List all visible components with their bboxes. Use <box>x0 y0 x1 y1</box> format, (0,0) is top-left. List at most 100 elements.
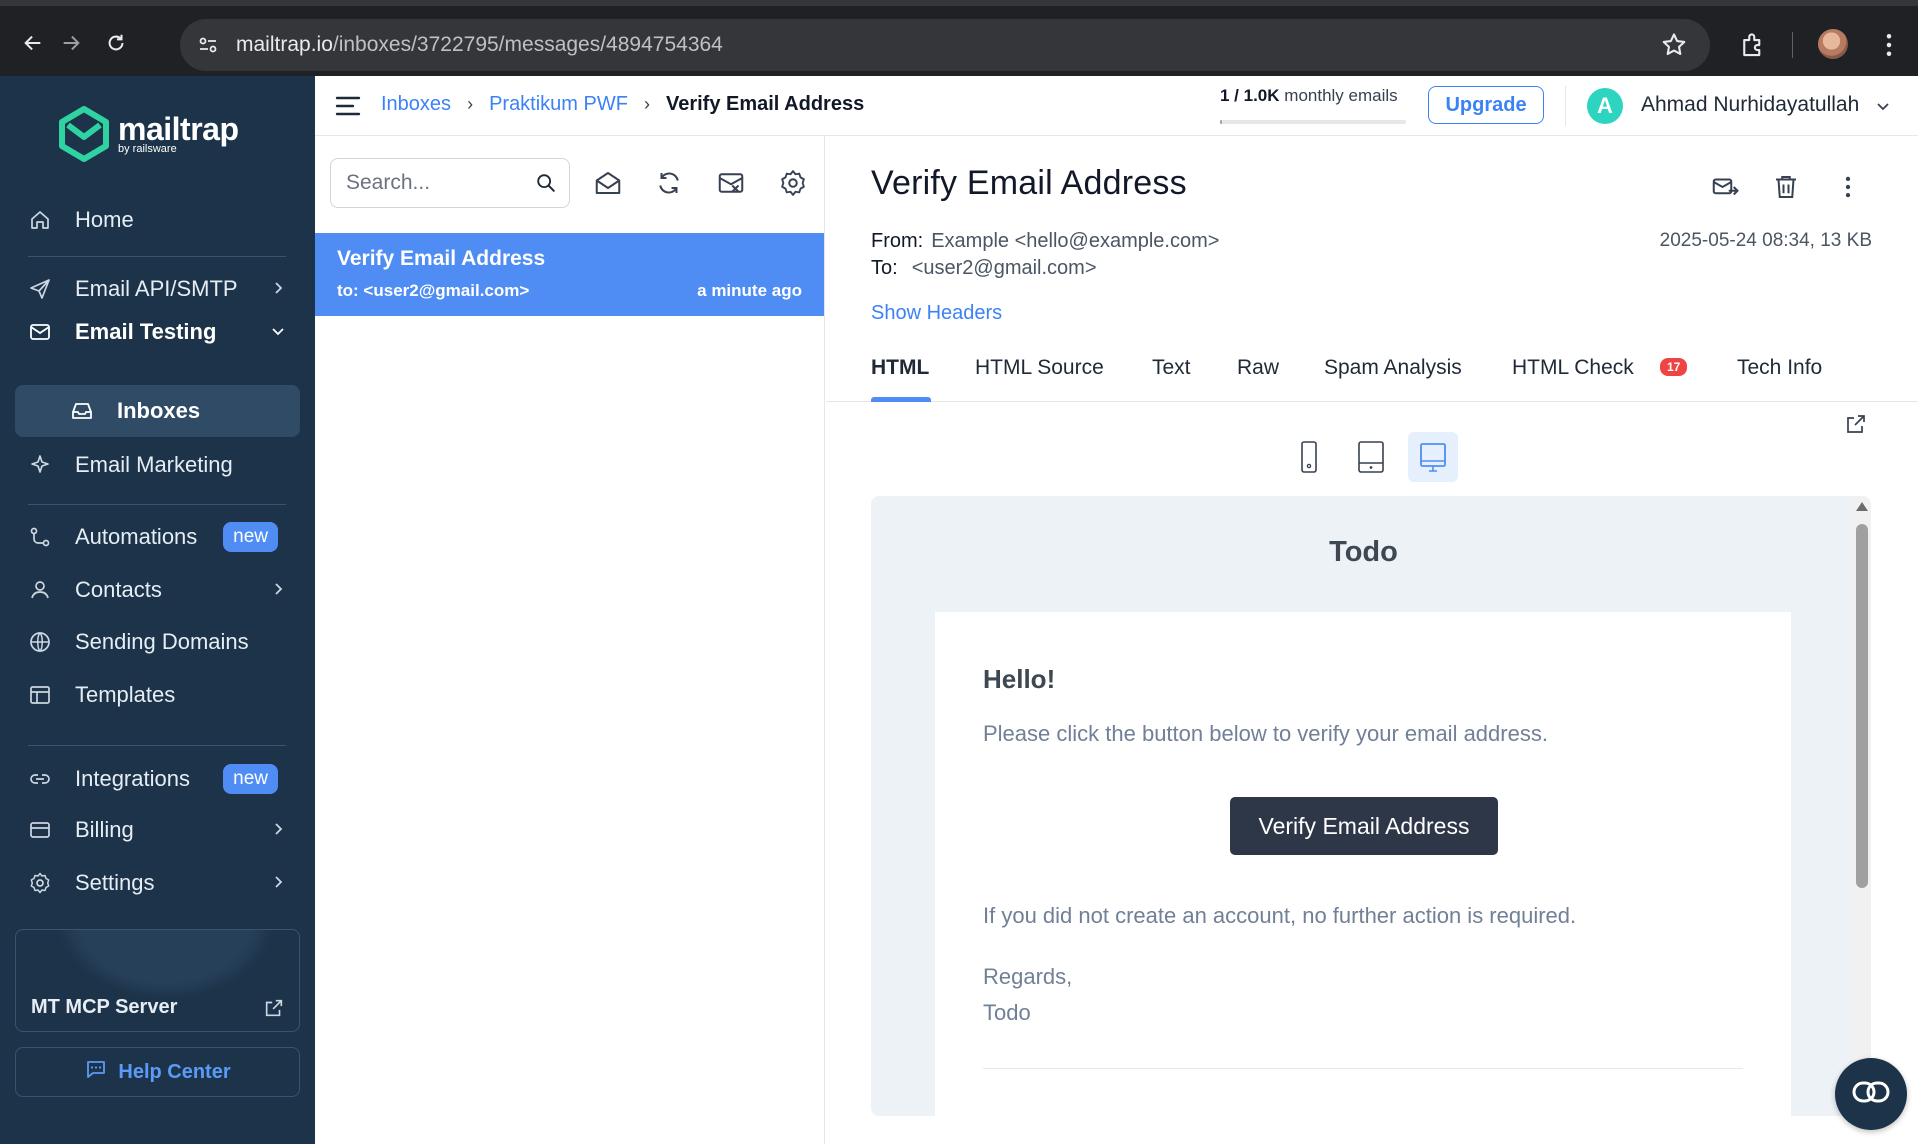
mailtrap-logo[interactable]: mailtrap by railsware <box>58 106 239 162</box>
bookmark-star-icon[interactable] <box>1660 31 1688 59</box>
sparkle-icon <box>27 452 53 478</box>
chevron-right-icon <box>268 278 288 298</box>
more-options-icon[interactable] <box>1833 172 1863 202</box>
mcp-card-decoration <box>56 930 276 1000</box>
user-avatar[interactable]: A <box>1587 88 1623 124</box>
app-header: Inboxes › Praktikum PWF › Verify Email A… <box>315 76 1918 136</box>
contacts-icon <box>27 577 53 603</box>
tab-tech-info[interactable]: Tech Info <box>1737 356 1822 380</box>
sidebar: mailtrap by railsware Home Email API/SMT… <box>0 76 315 1144</box>
sidebar-item-label: Home <box>75 207 134 232</box>
sidebar-item-integrations[interactable]: Integrations new <box>15 754 300 804</box>
sidebar-item-home[interactable]: Home <box>15 195 300 245</box>
email-regards: Regards, <box>983 964 1073 989</box>
message-from: From: Example <hello@example.com> <box>871 230 1219 253</box>
url-path: /inboxes/3722795/messages/4894754364 <box>332 33 723 56</box>
message-time: a minute ago <box>697 281 802 300</box>
mobile-view-icon[interactable] <box>1284 432 1334 482</box>
sidebar-item-billing[interactable]: Billing <box>15 805 300 855</box>
breadcrumb-inboxes[interactable]: Inboxes <box>381 93 451 116</box>
verify-email-button[interactable]: Verify Email Address <box>1230 797 1498 855</box>
sidebar-item-label: Automations <box>75 524 198 549</box>
sidebar-item-label: Email Marketing <box>75 452 233 477</box>
url-host: mailtrap.io <box>236 33 333 56</box>
reload-icon[interactable] <box>101 28 131 58</box>
tab-text[interactable]: Text <box>1152 356 1191 380</box>
site-settings-icon[interactable] <box>196 33 220 57</box>
open-new-window-icon[interactable] <box>1844 412 1868 436</box>
address-bar[interactable]: mailtrap.io/inboxes/3722795/messages/489… <box>180 19 1710 71</box>
chat-widget-button[interactable] <box>1835 1058 1907 1130</box>
email-line-1: Please click the button below to verify … <box>983 721 1548 746</box>
search-input[interactable] <box>331 159 531 207</box>
tab-html[interactable]: HTML <box>871 356 929 380</box>
scrollbar-thumb[interactable] <box>1856 524 1868 888</box>
upgrade-button[interactable]: Upgrade <box>1428 86 1544 124</box>
breadcrumb-inbox[interactable]: Praktikum PWF <box>489 93 628 116</box>
message-subject: Verify Email Address <box>337 247 546 270</box>
settings-gear-icon[interactable] <box>778 168 808 198</box>
email-body-card: Hello! Please click the button below to … <box>935 612 1791 1116</box>
chevron-down-icon <box>268 321 288 341</box>
header-divider <box>1565 86 1566 126</box>
message-recipient: to: <user2@gmail.com> <box>337 281 530 300</box>
sidebar-item-label: Sending Domains <box>75 629 249 654</box>
tab-html-source[interactable]: HTML Source <box>975 356 1104 380</box>
message-list-item[interactable]: Verify Email Address to: <user2@gmail.co… <box>315 233 824 316</box>
forward-email-icon[interactable] <box>1710 172 1740 202</box>
breadcrumb-separator: › <box>643 94 650 114</box>
breadcrumb-separator: › <box>467 94 474 114</box>
clear-inbox-icon[interactable] <box>716 168 746 198</box>
sidebar-item-templates[interactable]: Templates <box>15 670 300 720</box>
back-icon[interactable] <box>18 28 48 58</box>
show-headers-link[interactable]: Show Headers <box>871 302 1002 325</box>
automation-icon <box>27 524 53 550</box>
tab-raw[interactable]: Raw <box>1237 356 1279 380</box>
tab-html-check[interactable]: HTML Check <box>1512 356 1634 380</box>
sidebar-item-inboxes[interactable]: Inboxes <box>15 385 300 437</box>
email-divider <box>983 1068 1743 1069</box>
send-icon <box>27 276 53 302</box>
from-label: From: <box>871 230 924 252</box>
browser-toolbar: mailtrap.io/inboxes/3722795/messages/489… <box>0 0 1918 76</box>
search-box[interactable] <box>330 158 570 208</box>
email-brand[interactable]: Todo <box>871 536 1856 569</box>
sidebar-item-email-marketing[interactable]: Email Marketing <box>15 440 300 490</box>
chevron-down-icon[interactable] <box>1875 98 1891 114</box>
sidebar-item-contacts[interactable]: Contacts <box>15 565 300 615</box>
scroll-up-arrow-icon[interactable] <box>1856 502 1868 511</box>
email-line-2: If you did not create an account, no fur… <box>983 903 1577 928</box>
templates-icon <box>27 682 53 708</box>
browser-menu-icon[interactable] <box>1874 30 1904 60</box>
sidebar-item-label: Inboxes <box>117 398 201 423</box>
mcp-server-card[interactable]: MT MCP Server <box>15 929 300 1032</box>
message-detail-pane: Verify Email Address From: Example <hello… <box>826 136 1918 1144</box>
logo-name: mailtrap <box>118 110 239 147</box>
preview-scrollbar[interactable] <box>1853 496 1871 1116</box>
sidebar-item-settings[interactable]: Settings <box>15 858 300 908</box>
sidebar-item-email-testing[interactable]: Email Testing <box>15 307 300 357</box>
message-title: Verify Email Address <box>871 164 1187 202</box>
sidebar-item-automations[interactable]: Automations new <box>15 512 300 562</box>
tablet-view-icon[interactable] <box>1346 432 1396 482</box>
search-icon[interactable] <box>535 172 557 194</box>
external-link-icon <box>263 997 285 1019</box>
profile-avatar[interactable] <box>1818 29 1848 59</box>
sidebar-item-label: Email API/SMTP <box>75 276 238 301</box>
sidebar-divider <box>28 745 286 746</box>
forward-icon[interactable] <box>56 28 86 58</box>
sidebar-item-sending-domains[interactable]: Sending Domains <box>15 617 300 667</box>
inbox-icon <box>69 398 95 424</box>
menu-toggle-icon[interactable] <box>335 94 361 118</box>
extensions-icon[interactable] <box>1738 30 1768 60</box>
desktop-view-icon[interactable] <box>1408 432 1458 482</box>
refresh-icon[interactable] <box>654 168 684 198</box>
sidebar-item-label: Contacts <box>75 577 162 602</box>
help-center-button[interactable]: Help Center <box>15 1047 300 1097</box>
chevron-right-icon <box>268 872 288 892</box>
sidebar-divider <box>28 504 286 505</box>
user-name[interactable]: Ahmad Nurhidayatullah <box>1641 93 1859 117</box>
tab-spam-analysis[interactable]: Spam Analysis <box>1324 356 1462 380</box>
mark-read-icon[interactable] <box>593 168 623 198</box>
trash-icon[interactable] <box>1771 172 1801 202</box>
